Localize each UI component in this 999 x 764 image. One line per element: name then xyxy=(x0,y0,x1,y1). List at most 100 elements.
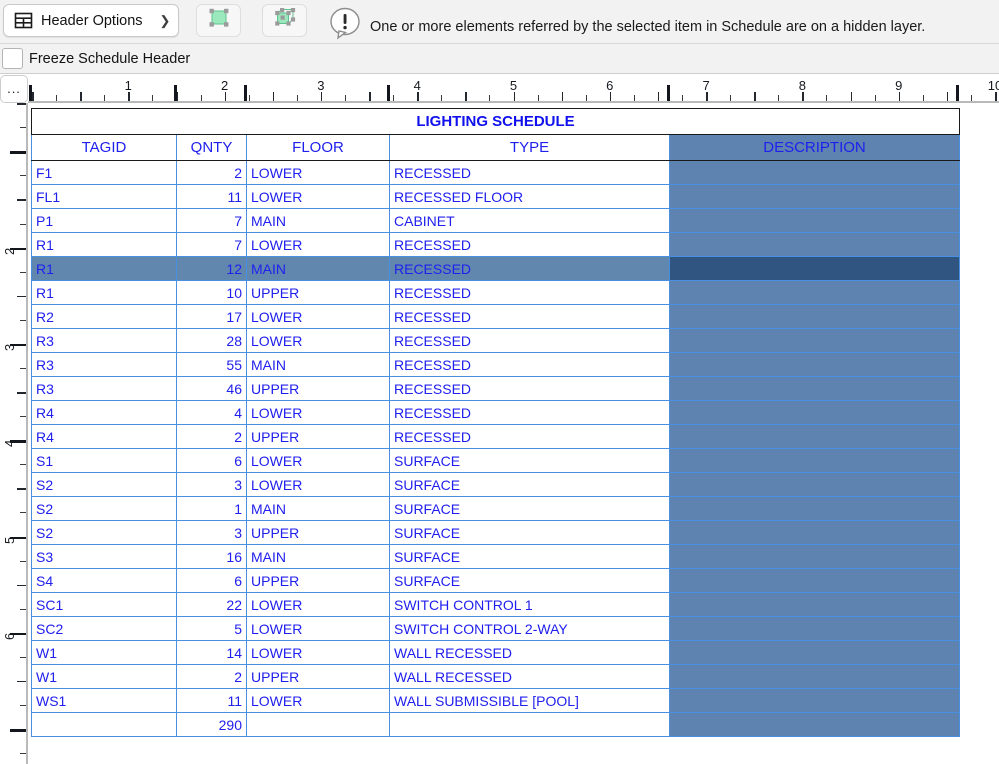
schedule-cell-qnty[interactable]: 17 xyxy=(176,304,247,329)
schedule-row[interactable]: R1 10 UPPER RECESSED xyxy=(31,280,960,305)
schedule-row[interactable]: R4 2 UPPER RECESSED xyxy=(31,424,960,449)
schedule-cell-type[interactable]: WALL RECESSED xyxy=(389,640,670,665)
schedule-cell-type[interactable]: SURFACE xyxy=(389,520,670,545)
schedule-cell-type[interactable]: RECESSED xyxy=(389,232,670,257)
schedule-cell-tagid[interactable]: S2 xyxy=(31,496,177,521)
schedule-total-cell-floor[interactable] xyxy=(246,712,390,737)
schedule-cell-tagid[interactable]: FL1 xyxy=(31,184,177,209)
schedule-cell-qnty[interactable]: 1 xyxy=(176,496,247,521)
schedule-cell-qnty[interactable]: 6 xyxy=(176,448,247,473)
schedule-row[interactable]: S2 1 MAIN SURFACE xyxy=(31,496,960,521)
schedule-total-cell-qnty[interactable]: 290 xyxy=(176,712,247,737)
schedule-cell-qnty[interactable]: 28 xyxy=(176,328,247,353)
schedule-cell-floor[interactable]: MAIN xyxy=(246,496,390,521)
schedule-cell-floor[interactable]: LOWER xyxy=(246,184,390,209)
schedule-cell-floor[interactable]: LOWER xyxy=(246,472,390,497)
schedule-row[interactable]: S1 6 LOWER SURFACE xyxy=(31,448,960,473)
schedule-cell-floor[interactable]: UPPER xyxy=(246,376,390,401)
schedule-cell-description[interactable] xyxy=(669,592,960,617)
schedule-row[interactable]: S2 3 UPPER SURFACE xyxy=(31,520,960,545)
schedule-row[interactable]: F1 2 LOWER RECESSED xyxy=(31,160,960,185)
schedule-cell-type[interactable]: RECESSED xyxy=(389,280,670,305)
schedule-cell-floor[interactable]: LOWER xyxy=(246,304,390,329)
schedule-cell-qnty[interactable]: 3 xyxy=(176,520,247,545)
schedule-row[interactable]: SC1 22 LOWER SWITCH CONTROL 1 xyxy=(31,592,960,617)
schedule-cell-description[interactable] xyxy=(669,376,960,401)
schedule-cell-qnty[interactable]: 4 xyxy=(176,400,247,425)
schedule-cell-description[interactable] xyxy=(669,160,960,185)
schedule-row[interactable]: W1 14 LOWER WALL RECESSED xyxy=(31,640,960,665)
schedule-cell-type[interactable]: SWITCH CONTROL 1 xyxy=(389,592,670,617)
schedule-cell-description[interactable] xyxy=(669,352,960,377)
schedule-cell-floor[interactable]: UPPER xyxy=(246,568,390,593)
schedule-cell-type[interactable]: WALL SUBMISSIBLE [POOL] xyxy=(389,688,670,713)
vertical-ruler[interactable]: 2 3 4 5 6 xyxy=(0,103,28,764)
schedule-cell-qnty[interactable]: 46 xyxy=(176,376,247,401)
schedule-cell-floor[interactable]: LOWER xyxy=(246,448,390,473)
schedule-cell-description[interactable] xyxy=(669,448,960,473)
schedule-cell-qnty[interactable]: 12 xyxy=(176,256,247,281)
schedule-cell-description[interactable] xyxy=(669,424,960,449)
schedule-row[interactable]: R4 4 LOWER RECESSED xyxy=(31,400,960,425)
schedule-cell-description[interactable] xyxy=(669,496,960,521)
schedule-cell-tagid[interactable]: S1 xyxy=(31,448,177,473)
schedule-cell-floor[interactable]: LOWER xyxy=(246,616,390,641)
schedule-cell-tagid[interactable]: P1 xyxy=(31,208,177,233)
schedule-cell-tagid[interactable]: R2 xyxy=(31,304,177,329)
schedule-cell-floor[interactable]: LOWER xyxy=(246,688,390,713)
schedule-row[interactable]: P1 7 MAIN CABINET xyxy=(31,208,960,233)
schedule-cell-type[interactable]: SURFACE xyxy=(389,472,670,497)
schedule-cell-tagid[interactable]: S2 xyxy=(31,520,177,545)
freeze-schedule-header-checkbox[interactable] xyxy=(2,48,23,69)
schedule-cell-floor[interactable]: LOWER xyxy=(246,160,390,185)
schedule-cell-qnty[interactable]: 7 xyxy=(176,208,247,233)
schedule-total-cell-description[interactable] xyxy=(669,712,960,737)
schedule-column-header-floor[interactable]: FLOOR xyxy=(246,134,390,161)
schedule-cell-floor[interactable]: UPPER xyxy=(246,424,390,449)
schedule-cell-description[interactable] xyxy=(669,304,960,329)
schedule-cell-floor[interactable]: MAIN xyxy=(246,544,390,569)
schedule-cell-qnty[interactable]: 7 xyxy=(176,232,247,257)
schedule-column-header-tagid[interactable]: TAGID xyxy=(31,134,177,161)
schedule-cell-floor[interactable]: LOWER xyxy=(246,328,390,353)
schedule-cell-tagid[interactable]: F1 xyxy=(31,160,177,185)
schedule-cell-type[interactable]: RECESSED xyxy=(389,328,670,353)
schedule-total-cell-type[interactable] xyxy=(389,712,670,737)
schedule-cell-type[interactable]: RECESSED xyxy=(389,400,670,425)
schedule-cell-tagid[interactable]: W1 xyxy=(31,664,177,689)
schedule-cell-type[interactable]: CABINET xyxy=(389,208,670,233)
schedule-column-header-description[interactable]: DESCRIPTION xyxy=(669,134,960,161)
ruler-corner-menu-button[interactable]: ... xyxy=(0,75,28,103)
schedule-row[interactable]: R3 55 MAIN RECESSED xyxy=(31,352,960,377)
schedule-row[interactable]: S3 16 MAIN SURFACE xyxy=(31,544,960,569)
schedule-cell-tagid[interactable]: R1 xyxy=(31,280,177,305)
schedule-cell-type[interactable]: RECESSED xyxy=(389,256,670,281)
schedule-cell-floor[interactable]: UPPER xyxy=(246,664,390,689)
schedule-cell-type[interactable]: SURFACE xyxy=(389,568,670,593)
schedule-cell-tagid[interactable]: SC1 xyxy=(31,592,177,617)
schedule-cell-qnty[interactable]: 22 xyxy=(176,592,247,617)
schedule-column-header-row[interactable]: TAGID QNTY FLOOR TYPE DESCRIPTION xyxy=(31,134,960,161)
schedule-cell-tagid[interactable]: S3 xyxy=(31,544,177,569)
schedule-cell-floor[interactable]: LOWER xyxy=(246,400,390,425)
schedule-cell-type[interactable]: RECESSED xyxy=(389,304,670,329)
schedule-cell-qnty[interactable]: 3 xyxy=(176,472,247,497)
schedule-cell-floor[interactable]: UPPER xyxy=(246,280,390,305)
select-3d-element-button[interactable] xyxy=(262,4,307,37)
schedule-row[interactable]: SC2 5 LOWER SWITCH CONTROL 2-WAY xyxy=(31,616,960,641)
schedule-cell-type[interactable]: RECESSED xyxy=(389,160,670,185)
schedule-cell-tagid[interactable]: S2 xyxy=(31,472,177,497)
schedule-cell-tagid[interactable]: W1 xyxy=(31,640,177,665)
schedule-cell-type[interactable]: SURFACE xyxy=(389,448,670,473)
schedule-cell-qnty[interactable]: 55 xyxy=(176,352,247,377)
schedule-cell-type[interactable]: RECESSED FLOOR xyxy=(389,184,670,209)
schedule-total-cell-tagid[interactable] xyxy=(31,712,177,737)
schedule-cell-tagid[interactable]: R4 xyxy=(31,424,177,449)
schedule-cell-description[interactable] xyxy=(669,472,960,497)
schedule-cell-description[interactable] xyxy=(669,184,960,209)
schedule-cell-description[interactable] xyxy=(669,280,960,305)
schedule-cell-type[interactable]: RECESSED xyxy=(389,424,670,449)
schedule-cell-qnty[interactable]: 16 xyxy=(176,544,247,569)
schedule-cell-tagid[interactable]: WS1 xyxy=(31,688,177,713)
schedule-cell-tagid[interactable]: R4 xyxy=(31,400,177,425)
